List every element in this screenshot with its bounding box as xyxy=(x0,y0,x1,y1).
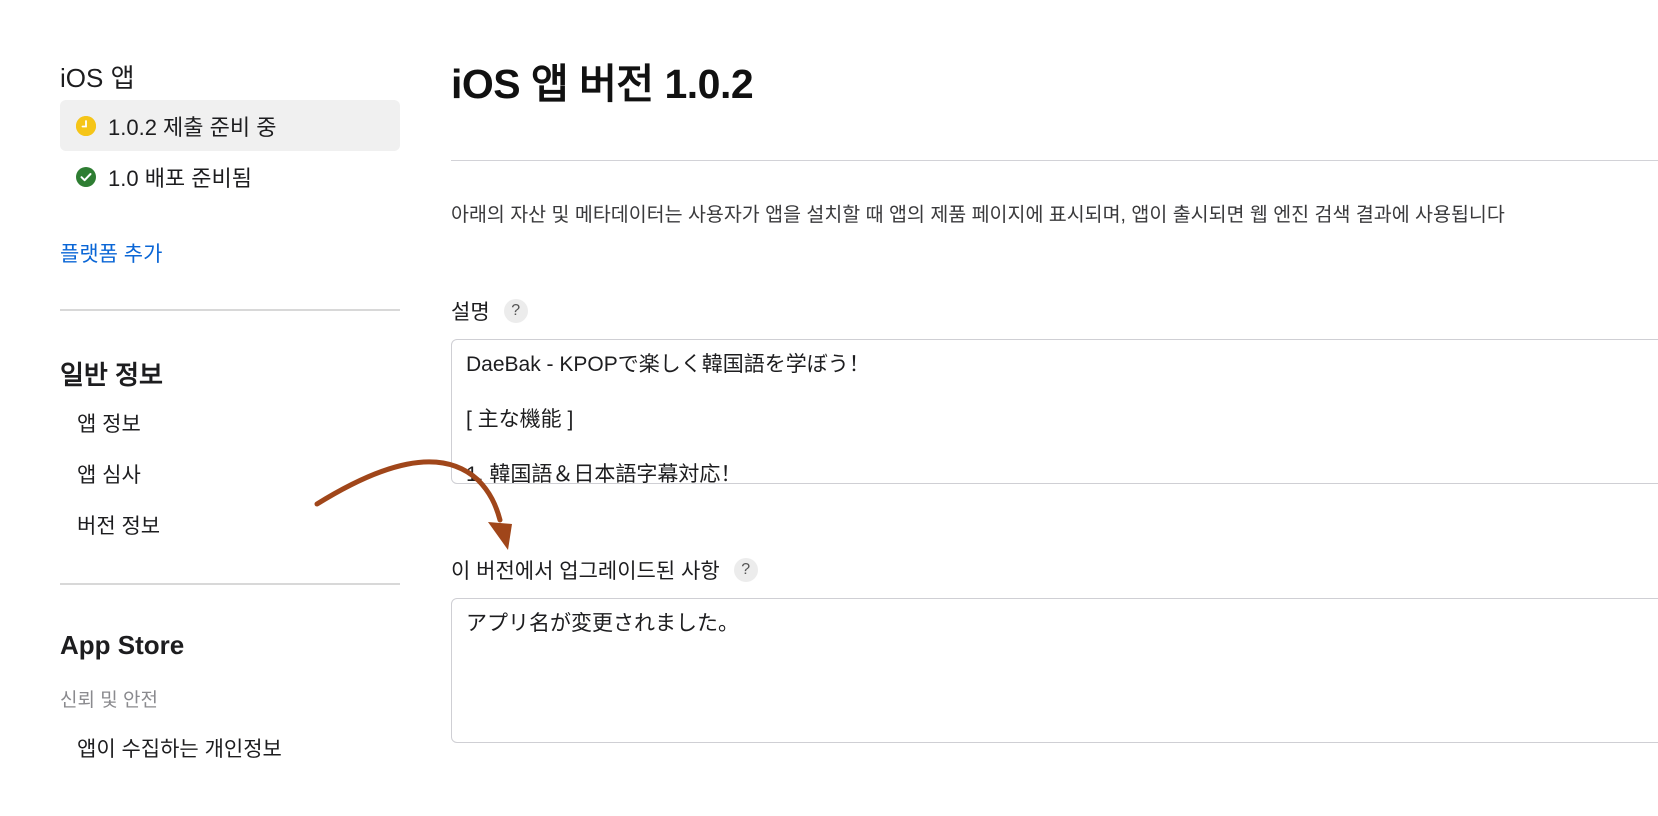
whats-new-textarea[interactable]: アプリ名が変更されました。 xyxy=(451,598,1658,743)
version-item-1-0[interactable]: 1.0 배포 준비됨 xyxy=(60,151,400,202)
version-label: 1.0 배포 준비됨 xyxy=(108,165,253,191)
description-label: 설명 ? xyxy=(451,296,528,326)
trust-subheading: 신뢰 및 안전 xyxy=(60,690,158,711)
version-label: 1.0.2 제출 준비 중 xyxy=(108,114,277,140)
app-store-connect-page: iOS 앱 1.0.2 제출 준비 중 1.0 배포 준비됨 플랫폼 추가 일반… xyxy=(0,0,1658,816)
description-label-text: 설명 xyxy=(451,301,490,324)
description-line: DaeBak - KPOPで楽しく韓国語を学ぼう！ xyxy=(466,353,870,376)
general-section-title: 일반 정보 xyxy=(60,360,163,390)
whats-new-label-text: 이 버전에서 업그레이드된 사항 xyxy=(451,560,720,583)
whats-new-text: アプリ名が変更されました。 xyxy=(466,612,739,635)
description-line: [ 主な機能 ] xyxy=(466,408,574,431)
sidebar-item-version-info[interactable]: 버전 정보 xyxy=(77,510,160,540)
description-line: 1. 韓国語＆日本語字幕対応！ xyxy=(466,463,742,484)
page-title: iOS 앱 버전 1.0.2 xyxy=(451,61,754,107)
description-help-icon[interactable]: ? xyxy=(503,299,528,323)
checkmark-icon xyxy=(76,166,96,187)
ios-section-title: iOS 앱 xyxy=(60,63,135,93)
version-item-1-0-2[interactable]: 1.0.2 제출 준비 중 xyxy=(60,100,400,151)
add-platform-link[interactable]: 플랫폼 추가 xyxy=(60,238,162,268)
sidebar-item-app-review[interactable]: 앱 심사 xyxy=(77,459,141,489)
sidebar-divider xyxy=(60,583,400,585)
appstore-section-title: App Store xyxy=(60,630,185,660)
intro-text: 아래의 자산 및 메타데이터는 사용자가 앱을 설치할 때 앱의 제품 페이지에… xyxy=(451,204,1505,226)
description-textarea[interactable]: DaeBak - KPOPで楽しく韓国語を学ぼう！ [ 主な機能 ] 1. 韓国… xyxy=(451,339,1658,484)
sidebar-divider xyxy=(60,309,400,311)
sidebar-item-app-info[interactable]: 앱 정보 xyxy=(77,408,141,438)
sidebar-item-app-privacy[interactable]: 앱이 수집하는 개인정보 xyxy=(77,733,282,763)
whats-new-help-icon[interactable]: ? xyxy=(733,558,758,582)
title-divider xyxy=(451,160,1658,161)
whats-new-label: 이 버전에서 업그레이드된 사항 ? xyxy=(451,555,758,585)
pending-clock-icon xyxy=(76,115,96,136)
